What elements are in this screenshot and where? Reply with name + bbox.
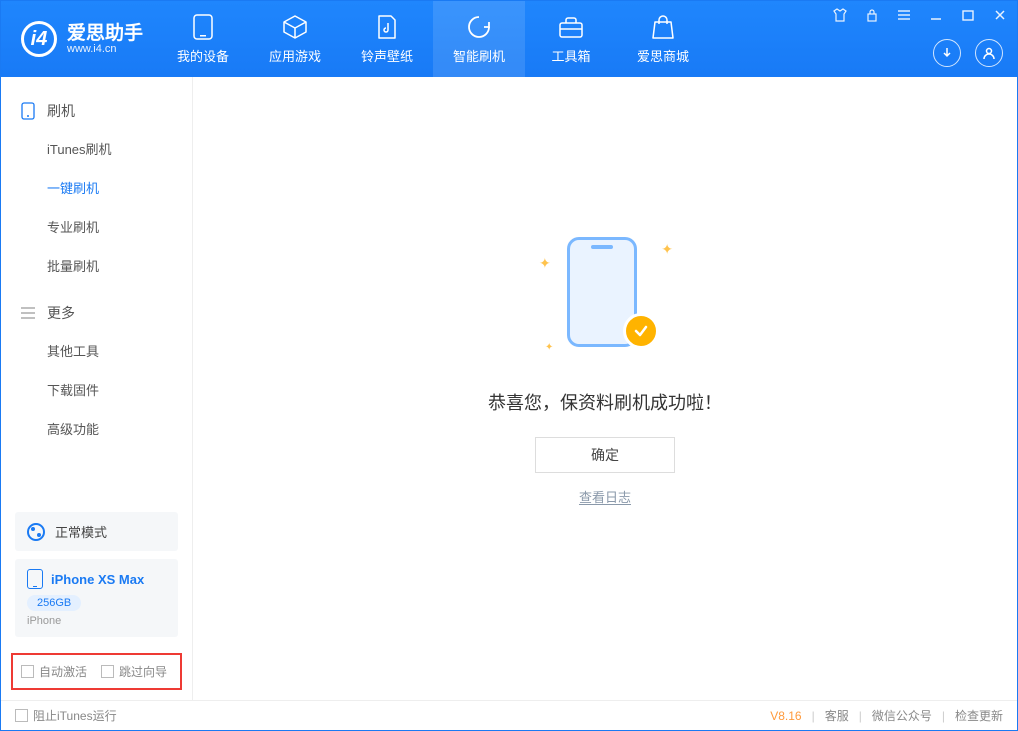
app-name-cn: 爱思助手	[67, 24, 143, 43]
menu-icon[interactable]	[893, 5, 915, 25]
app-name-en: www.i4.cn	[67, 43, 143, 55]
maximize-button[interactable]	[957, 5, 979, 25]
sidebar-item-batch-flash[interactable]: 批量刷机	[1, 246, 192, 285]
sidebar-item-advanced[interactable]: 高级功能	[1, 409, 192, 448]
checkbox-label: 跳过向导	[119, 663, 167, 680]
titlebar-actions	[933, 39, 1003, 67]
checkbox-skip-guide[interactable]: 跳过向导	[101, 663, 167, 680]
device-box[interactable]: iPhone XS Max 256GB iPhone	[15, 559, 178, 637]
sidebar-group-flash: 刷机	[1, 93, 192, 129]
download-button[interactable]	[933, 39, 961, 67]
checkbox-label: 阻止iTunes运行	[33, 707, 117, 724]
nav-label: 工具箱	[552, 46, 591, 65]
mode-icon	[27, 523, 45, 541]
tshirt-icon[interactable]	[829, 5, 851, 25]
footer-link-support[interactable]: 客服	[825, 707, 849, 724]
close-button[interactable]	[989, 5, 1011, 25]
window-controls	[829, 5, 1011, 25]
sidebar-item-oneclick-flash[interactable]: 一键刷机	[1, 168, 192, 207]
toolbox-icon	[558, 14, 584, 40]
success-message: 恭喜您，保资料刷机成功啦！	[488, 389, 722, 415]
refresh-icon	[466, 14, 492, 40]
version-label: V8.16	[770, 709, 801, 723]
logo[interactable]: i4 爱思助手 www.i4.cn	[1, 1, 157, 77]
highlighted-options: 自动激活 跳过向导	[11, 653, 182, 690]
footer-link-update[interactable]: 检查更新	[955, 707, 1003, 724]
nav-apps-games[interactable]: 应用游戏	[249, 1, 341, 77]
nav-store[interactable]: 爱思商城	[617, 1, 709, 77]
sidebar: 刷机 iTunes刷机 一键刷机 专业刷机 批量刷机 更多 其他工具 下载固件 …	[1, 77, 193, 700]
nav-toolbox[interactable]: 工具箱	[525, 1, 617, 77]
sidebar-item-download-firmware[interactable]: 下载固件	[1, 370, 192, 409]
checkbox-icon	[101, 665, 114, 678]
logo-icon: i4	[21, 21, 57, 57]
success-illustration: ✦ ✦ ✦	[535, 231, 675, 361]
sidebar-group-title: 更多	[47, 303, 75, 323]
nav-label: 铃声壁纸	[361, 46, 413, 65]
minimize-button[interactable]	[925, 5, 947, 25]
checkbox-block-itunes[interactable]: 阻止iTunes运行	[15, 707, 117, 724]
nav-flash[interactable]: 智能刷机	[433, 1, 525, 77]
checkbox-auto-activate[interactable]: 自动激活	[21, 663, 87, 680]
check-badge-icon	[623, 313, 659, 349]
sidebar-group-title: 刷机	[47, 101, 75, 121]
device-type: iPhone	[27, 615, 166, 627]
phone-icon	[19, 102, 37, 120]
sidebar-item-pro-flash[interactable]: 专业刷机	[1, 207, 192, 246]
lock-icon[interactable]	[861, 5, 883, 25]
device-storage: 256GB	[27, 595, 81, 611]
sidebar-item-other-tools[interactable]: 其他工具	[1, 331, 192, 370]
view-log-link[interactable]: 查看日志	[579, 487, 631, 506]
checkbox-icon	[15, 709, 28, 722]
mode-box[interactable]: 正常模式	[15, 512, 178, 551]
sparkle-icon: ✦	[539, 255, 551, 272]
titlebar: i4 爱思助手 www.i4.cn 我的设备 应用游戏 铃声壁纸 智能刷机	[1, 1, 1017, 77]
bag-icon	[650, 14, 676, 40]
footer: 阻止iTunes运行 V8.16 | 客服 | 微信公众号 | 检查更新	[1, 700, 1017, 730]
nav-label: 应用游戏	[269, 46, 321, 65]
nav-label: 智能刷机	[453, 46, 505, 65]
sparkle-icon: ✦	[661, 241, 673, 258]
user-button[interactable]	[975, 39, 1003, 67]
top-nav: 我的设备 应用游戏 铃声壁纸 智能刷机 工具箱 爱思商城	[157, 1, 709, 77]
mode-label: 正常模式	[55, 522, 107, 541]
nav-label: 爱思商城	[637, 46, 689, 65]
checkbox-label: 自动激活	[39, 663, 87, 680]
main-content: ✦ ✦ ✦ 恭喜您，保资料刷机成功啦！ 确定 查看日志	[193, 77, 1017, 700]
nav-ringtones[interactable]: 铃声壁纸	[341, 1, 433, 77]
device-icon	[190, 14, 216, 40]
list-icon	[19, 304, 37, 322]
nav-my-device[interactable]: 我的设备	[157, 1, 249, 77]
cube-icon	[282, 14, 308, 40]
sparkle-icon: ✦	[545, 342, 553, 353]
sidebar-group-more: 更多	[1, 295, 192, 331]
logo-text: 爱思助手 www.i4.cn	[67, 24, 143, 55]
nav-label: 我的设备	[177, 46, 229, 65]
device-name: iPhone XS Max	[51, 572, 144, 587]
sidebar-item-itunes-flash[interactable]: iTunes刷机	[1, 129, 192, 168]
app-window: i4 爱思助手 www.i4.cn 我的设备 应用游戏 铃声壁纸 智能刷机	[0, 0, 1018, 731]
ok-button[interactable]: 确定	[535, 437, 675, 473]
music-file-icon	[374, 14, 400, 40]
checkbox-icon	[21, 665, 34, 678]
footer-link-wechat[interactable]: 微信公众号	[872, 707, 932, 724]
device-icon	[27, 569, 43, 589]
body: 刷机 iTunes刷机 一键刷机 专业刷机 批量刷机 更多 其他工具 下载固件 …	[1, 77, 1017, 700]
